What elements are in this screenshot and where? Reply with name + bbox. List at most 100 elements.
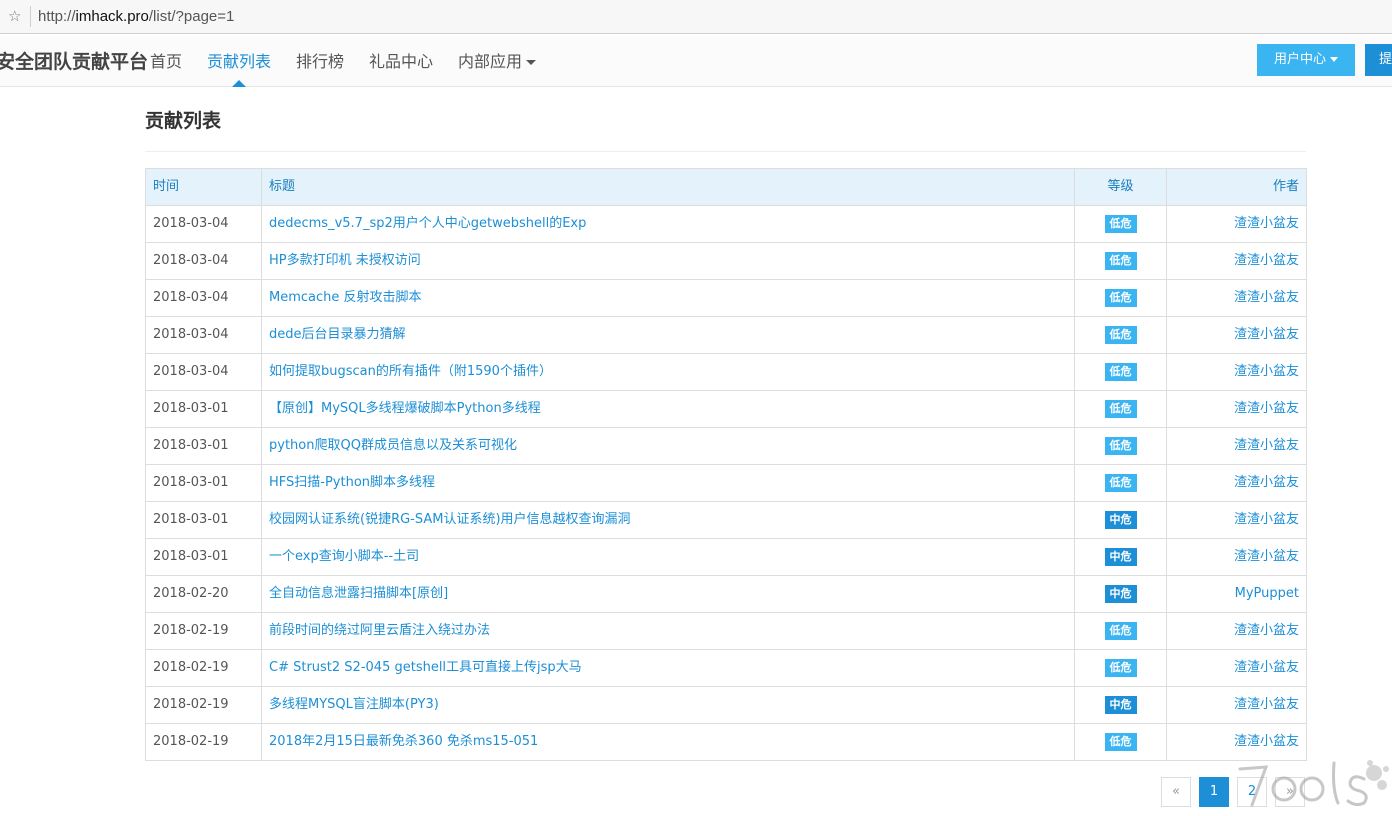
row-title-link[interactable]: 全自动信息泄露扫描脚本[原创] [261,575,1075,613]
row-title-link[interactable]: Memcache 反射攻击脚本 [261,279,1075,317]
row-level-cell: 低危 [1074,649,1167,687]
table-header-row: 时间 标题 等级 作者 [145,168,1307,206]
row-time: 2018-03-01 [145,501,262,539]
row-title-link[interactable]: 一个exp查询小脚本--土司 [261,538,1075,576]
row-author-link[interactable]: 渣渣小盆友 [1166,353,1307,391]
row-title-link[interactable]: HP多款打印机 未授权访问 [261,242,1075,280]
row-title-link[interactable]: C# Strust2 S2-045 getshell工具可直接上传jsp大马 [261,649,1075,687]
column-header-time: 时间 [145,168,262,206]
row-title-link[interactable]: HFS扫描-Python脚本多线程 [261,464,1075,502]
active-tab-indicator-icon [232,80,246,87]
column-header-level: 等级 [1074,168,1167,206]
row-author-link[interactable]: 渣渣小盆友 [1166,538,1307,576]
row-time: 2018-02-19 [145,649,262,687]
user-center-label: 用户中心 [1273,52,1326,67]
table-row: 2018-03-04 Memcache 反射攻击脚本 低危 渣渣小盆友 [145,279,1307,317]
url-host: imhack.pro [75,8,149,25]
row-level-cell: 低危 [1074,612,1167,650]
row-author-link[interactable]: 渣渣小盆友 [1166,205,1307,243]
bookmark-star-icon[interactable]: ☆ [8,6,21,26]
submit-button[interactable]: 提交 [1365,44,1392,76]
row-time: 2018-03-04 [145,242,262,280]
severity-badge: 低危 [1104,325,1137,344]
row-title-link[interactable]: 【原创】MySQL多线程爆破脚本Python多线程 [261,390,1075,428]
row-level-cell: 低危 [1074,390,1167,428]
row-author-link[interactable]: 渣渣小盆友 [1166,501,1307,539]
row-author-link[interactable]: 渣渣小盆友 [1166,464,1307,502]
table-row: 2018-02-19 2018年2月15日最新免杀360 免杀ms15-051 低危… [145,723,1307,761]
nav-leaderboard[interactable]: 排行榜 [296,51,344,73]
severity-badge: 低危 [1104,436,1137,455]
nav-gift-center[interactable]: 礼品中心 [369,51,433,73]
row-time: 2018-02-19 [145,723,262,761]
page-title: 贡献列表 [145,110,222,132]
row-author-link[interactable]: 渣渣小盆友 [1166,316,1307,354]
table-row: 2018-03-01 一个exp查询小脚本--土司 中危 渣渣小盆友 [145,538,1307,576]
nav-contribution-list[interactable]: 贡献列表 [207,51,271,73]
severity-badge: 低危 [1104,214,1137,233]
severity-badge: 低危 [1104,621,1137,640]
row-author-link[interactable]: 渣渣小盆友 [1166,649,1307,687]
row-author-link[interactable]: 渣渣小盆友 [1166,279,1307,317]
severity-badge: 低危 [1104,658,1137,677]
nav-internal-apps-label: 内部应用 [458,52,523,71]
row-author-link[interactable]: 渣渣小盆友 [1166,427,1307,465]
row-title-link[interactable]: 2018年2月15日最新免杀360 免杀ms15-051 [261,723,1075,761]
severity-badge: 中危 [1104,510,1137,529]
severity-badge: 中危 [1104,547,1137,566]
title-divider [145,151,1306,152]
table-row: 2018-03-01 python爬取QQ群成员信息以及关系可视化 低危 渣渣小盆友 [145,427,1307,465]
row-level-cell: 中危 [1074,575,1167,613]
table-row: 2018-03-04 dede后台目录暴力猜解 低危 渣渣小盆友 [145,316,1307,354]
row-title-link[interactable]: 前段时间的绕过阿里云盾注入绕过办法 [261,612,1075,650]
row-author-link[interactable]: 渣渣小盆友 [1166,390,1307,428]
table-row: 2018-03-04 如何提取bugscan的所有插件（附1590个插件） 低危 渣渣… [145,353,1307,391]
address-bar[interactable]: ☆ http://imhack.pro/list/?page=1 [0,0,1392,34]
row-author-link[interactable]: MyPuppet [1166,575,1307,613]
severity-badge: 低危 [1104,251,1137,270]
row-level-cell: 中危 [1074,501,1167,539]
column-header-title: 标题 [261,168,1075,206]
row-time: 2018-03-01 [145,427,262,465]
row-level-cell: 低危 [1074,205,1167,243]
nav-internal-apps[interactable]: 内部应用 [458,51,537,73]
row-level-cell: 低危 [1074,316,1167,354]
table-row: 2018-03-04 HP多款打印机 未授权访问 低危 渣渣小盆友 [145,242,1307,280]
brand-title[interactable]: 安全团队贡献平台 [0,50,148,74]
table-row: 2018-02-19 前段时间的绕过阿里云盾注入绕过办法 低危 渣渣小盆友 [145,612,1307,650]
row-time: 2018-02-19 [145,612,262,650]
row-time: 2018-02-19 [145,686,262,724]
row-level-cell: 低危 [1074,464,1167,502]
user-center-button[interactable]: 用户中心 [1257,44,1355,76]
address-bar-divider [30,6,31,27]
row-title-link[interactable]: 校园网认证系统(锐捷RG-SAM认证系统)用户信息越权查询漏洞 [261,501,1075,539]
row-title-link[interactable]: 多线程MYSQL盲注脚本(PY3) [261,686,1075,724]
pagination-page-1[interactable]: 1 [1199,777,1229,807]
url-path: /list/?page=1 [148,8,235,25]
row-author-link[interactable]: 渣渣小盆友 [1166,686,1307,724]
table-row: 2018-02-20 全自动信息泄露扫描脚本[原创] 中危 MyPuppet [145,575,1307,613]
row-title-link[interactable]: python爬取QQ群成员信息以及关系可视化 [261,427,1075,465]
row-author-link[interactable]: 渣渣小盆友 [1166,242,1307,280]
row-author-link[interactable]: 渣渣小盆友 [1166,612,1307,650]
pagination-prev[interactable]: « [1161,777,1191,807]
nav-home[interactable]: 首页 [150,51,182,73]
severity-badge: 低危 [1104,362,1137,381]
table-body: 2018-03-04 dedecms_v5.7_sp2用户个人中心getwebsh… [145,205,1307,761]
row-title-link[interactable]: dede后台目录暴力猜解 [261,316,1075,354]
table-row: 2018-03-04 dedecms_v5.7_sp2用户个人中心getwebsh… [145,205,1307,243]
url-text[interactable]: http://imhack.pro/list/?page=1 [38,7,234,27]
row-title-link[interactable]: dedecms_v5.7_sp2用户个人中心getwebshell的Exp [261,205,1075,243]
row-title-link[interactable]: 如何提取bugscan的所有插件（附1590个插件） [261,353,1075,391]
severity-badge: 低危 [1104,473,1137,492]
row-time: 2018-03-04 [145,316,262,354]
severity-badge: 低危 [1104,288,1137,307]
row-level-cell: 低危 [1074,279,1167,317]
caret-down-icon [1330,57,1338,62]
row-level-cell: 中危 [1074,538,1167,576]
severity-badge: 中危 [1104,584,1137,603]
row-time: 2018-03-04 [145,205,262,243]
row-time: 2018-03-04 [145,279,262,317]
row-time: 2018-03-01 [145,390,262,428]
url-scheme: http:// [38,8,76,25]
